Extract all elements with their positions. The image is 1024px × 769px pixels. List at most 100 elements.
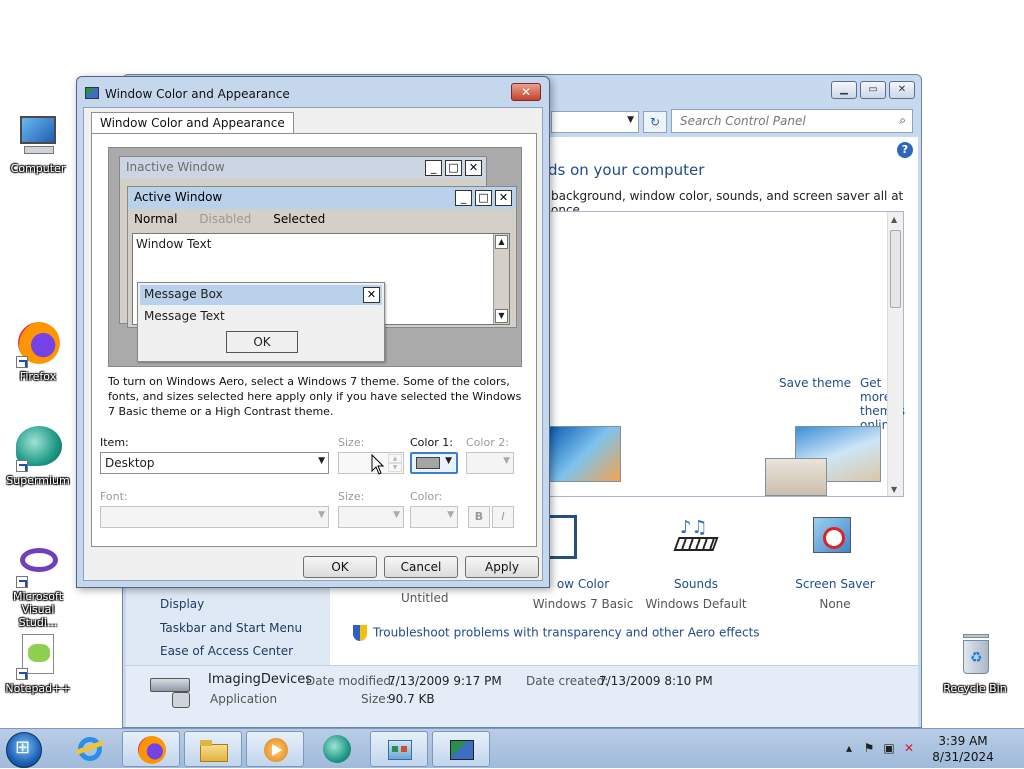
spin-down-icon[interactable]: ▼ xyxy=(388,463,402,472)
search-icon[interactable]: ⌕ xyxy=(899,113,906,128)
font-color-picker[interactable]: ▼ xyxy=(410,506,458,528)
window-color-appearance-dialog[interactable]: Window Color and Appearance ✕ Window Col… xyxy=(76,76,550,588)
scroll-down-icon: ▼ xyxy=(495,309,508,323)
font-select[interactable]: ▼ xyxy=(100,506,329,528)
desktop-icon-label: Computer xyxy=(10,162,66,175)
help-icon[interactable]: ? xyxy=(897,142,913,158)
taskbar-supermium[interactable] xyxy=(308,731,366,767)
start-button[interactable] xyxy=(6,732,42,768)
item-select[interactable]: Desktop ▼ xyxy=(100,452,329,474)
sounds-item[interactable]: ♪♫ Sounds Windows Default xyxy=(636,515,756,611)
refresh-button[interactable]: ↻ xyxy=(643,111,667,133)
appearance-preview[interactable]: Inactive Window _ □ ✕ Active Window _ □ … xyxy=(108,147,522,367)
item-select-value: Desktop xyxy=(105,456,155,470)
close-button[interactable]: ✕ xyxy=(889,81,915,99)
tab-panel: Inactive Window _ □ ✕ Active Window _ □ … xyxy=(91,133,537,547)
theme-list-scrollbar[interactable]: ▲ ▼ xyxy=(887,212,903,496)
item-label: Item: xyxy=(100,436,129,449)
show-hidden-icons-icon[interactable]: ▴ xyxy=(842,741,856,755)
search-input[interactable]: Search Control Panel ⌕ xyxy=(671,109,913,133)
folder-icon xyxy=(200,736,228,764)
color1-swatch xyxy=(416,457,440,469)
minimize-icon: _ xyxy=(455,190,472,206)
desktop-icon-label: Microsoft Visual Studi... xyxy=(12,590,64,629)
dialog-app-icon xyxy=(85,87,99,99)
action-center-flag-icon[interactable]: ⚑ xyxy=(862,741,876,755)
dialog-close-button[interactable]: ✕ xyxy=(511,83,541,101)
color1-picker[interactable]: ▼ xyxy=(410,452,458,474)
sidebar-link-ease-of-access[interactable]: Ease of Access Center xyxy=(160,644,293,658)
minimize-icon: _ xyxy=(425,160,442,176)
apply-button[interactable]: Apply xyxy=(465,556,539,578)
spin-up-icon[interactable]: ▲ xyxy=(388,454,402,463)
desktop-icon-recycle-bin[interactable]: ♻ Recycle Bin xyxy=(940,632,1010,695)
taskbar-window-color[interactable] xyxy=(432,731,490,767)
address-bar[interactable]: ▼ xyxy=(551,111,639,133)
chevron-down-icon: ▼ xyxy=(318,510,325,520)
desktop-icon-firefox[interactable]: Firefox xyxy=(3,320,73,383)
aero-info-text: To turn on Windows Aero, select a Window… xyxy=(108,375,522,418)
imaging-devices-icon xyxy=(150,674,190,708)
message-box-ok-button: OK xyxy=(226,331,298,353)
desktop-icon-label: Supermium xyxy=(6,474,70,487)
supermium-icon xyxy=(14,424,62,472)
firefox-icon xyxy=(14,320,62,368)
desktop-icon-visual-studio[interactable]: Microsoft Visual Studi... xyxy=(3,540,73,629)
desktop-background-value: Untitled xyxy=(401,591,449,605)
control-panel-icon xyxy=(386,736,414,764)
message-box-preview[interactable]: Message Box ✕ Message Text OK xyxy=(137,282,385,362)
italic-button[interactable]: I xyxy=(492,506,514,528)
desktop-icon-computer[interactable]: Computer xyxy=(3,112,73,175)
desktop-icon-supermium[interactable]: Supermium xyxy=(3,424,73,487)
desktop-icon-label: Recycle Bin xyxy=(943,682,1007,695)
close-icon: ✕ xyxy=(363,287,380,303)
scrollbar-thumb[interactable] xyxy=(890,230,901,308)
theme-list[interactable]: Save theme Get more themes online ▲ ▼ xyxy=(548,211,905,497)
desktop-icon-label: Notepad++ xyxy=(5,682,71,695)
scroll-up-icon[interactable]: ▲ xyxy=(891,215,897,224)
taskbar-media-player[interactable] xyxy=(246,731,304,767)
network-icon[interactable]: ▣ xyxy=(882,741,896,755)
system-tray: ▴ ⚑ ▣ ✕ 3:39 AM 8/31/2024 xyxy=(828,729,1018,769)
address-dropdown-icon[interactable]: ▼ xyxy=(627,115,634,125)
font-label: Font: xyxy=(100,490,128,503)
color2-label: Color 2: xyxy=(466,436,509,449)
taskbar-firefox[interactable] xyxy=(122,731,180,767)
screen-saver-label: Screen Saver xyxy=(795,577,875,591)
troubleshoot-link[interactable]: Troubleshoot problems with transparency … xyxy=(353,625,760,641)
sidebar-link-display[interactable]: Display xyxy=(160,597,204,611)
window-caption-buttons: ▁ ▭ ✕ xyxy=(831,81,915,99)
taskbar-file-explorer[interactable] xyxy=(184,731,242,767)
sidebar-link-taskbar[interactable]: Taskbar and Start Menu xyxy=(160,621,302,635)
preview-scrollbar: ▲ ▼ xyxy=(493,234,509,324)
supermium-icon xyxy=(323,735,351,763)
scroll-down-icon[interactable]: ▼ xyxy=(891,485,897,494)
desktop-icon-notepadpp[interactable]: Notepad++ xyxy=(3,632,73,695)
taskbar-control-panel[interactable] xyxy=(370,731,428,767)
item-size-label: Size: xyxy=(338,436,365,449)
clock[interactable]: 3:39 AM 8/31/2024 xyxy=(928,733,998,765)
minimize-button[interactable]: ▁ xyxy=(831,81,857,99)
page-heading: ds on your computer xyxy=(548,161,705,179)
clock-date: 8/31/2024 xyxy=(932,750,994,764)
visual-studio-icon xyxy=(14,540,62,588)
color2-picker[interactable]: ▼ xyxy=(466,452,514,474)
date-modified-value: 7/13/2009 9:17 PM xyxy=(388,674,502,688)
screen-saver-item[interactable]: Screen Saver None xyxy=(775,515,895,611)
cancel-button[interactable]: Cancel xyxy=(384,556,458,578)
recycle-bin-icon: ♻ xyxy=(951,632,999,680)
dialog-body: Window Color and Appearance Inactive Win… xyxy=(83,107,543,581)
volume-muted-icon[interactable]: ✕ xyxy=(902,741,916,755)
screen-saver-value: None xyxy=(819,597,851,611)
scroll-up-icon: ▲ xyxy=(495,235,508,249)
maximize-icon: □ xyxy=(475,190,492,206)
maximize-button[interactable]: ▭ xyxy=(860,81,886,99)
taskbar-internet-explorer[interactable] xyxy=(60,731,118,767)
size-label: Size: xyxy=(361,692,390,706)
save-theme-link[interactable]: Save theme xyxy=(779,376,851,390)
clock-time: 3:39 AM xyxy=(938,734,988,748)
tab-window-color-appearance[interactable]: Window Color and Appearance xyxy=(91,112,294,134)
bold-button[interactable]: B xyxy=(468,506,490,528)
ok-button[interactable]: OK xyxy=(303,556,377,578)
font-size-select[interactable]: ▼ xyxy=(338,506,404,528)
